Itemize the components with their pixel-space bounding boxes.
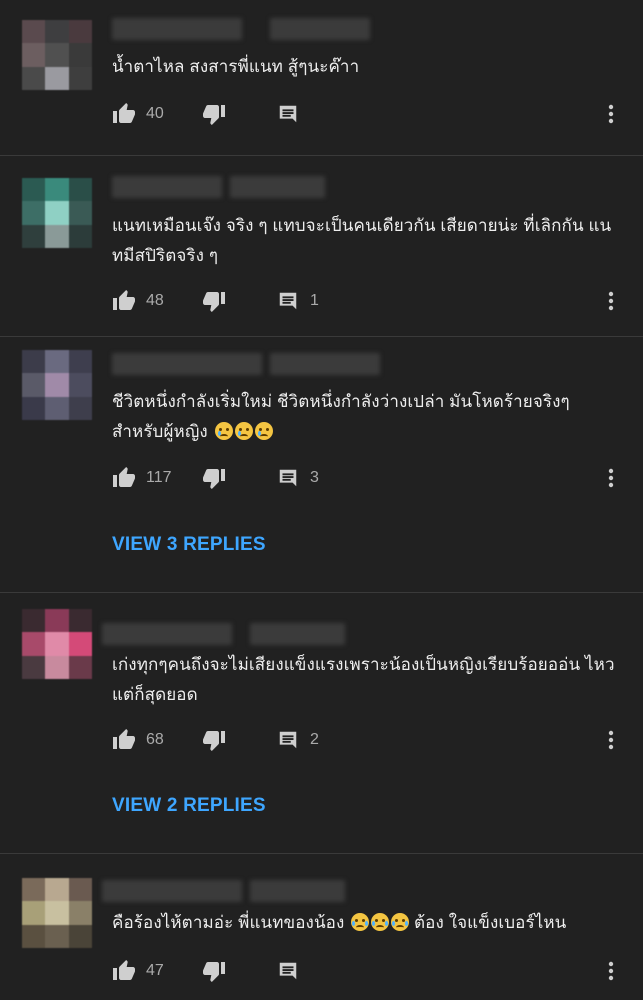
reply-icon[interactable] (276, 729, 300, 751)
thumbs-up-icon[interactable] (112, 728, 136, 752)
loudly-crying-face-icon (391, 913, 410, 931)
like-count: 47 (146, 962, 164, 979)
comment-actions: 40 (112, 99, 300, 129)
like-count: 68 (146, 731, 164, 748)
reply-icon[interactable] (276, 103, 300, 125)
comment-text: คือร้องไห้ตามอ่ะ พี่แนทของน้อง ต้อง ใจแข… (112, 908, 623, 938)
comment-actions: 48 1 (112, 286, 319, 316)
comment-text: เก่งทุกๆคนถึงจะไม่เสียงแข็งแรงเพราะน้องเ… (112, 655, 615, 704)
like-count: 40 (146, 105, 164, 122)
view-replies-button[interactable]: VIEW 2 REPLIES (112, 795, 266, 817)
comment: ชีวิตหนึ่งกำลังเริ่มใหม่ ชีวิตหนึ่งกำลัง… (0, 337, 643, 592)
crying-emoji-group (213, 422, 273, 441)
comment-actions: 117 3 (112, 463, 319, 493)
comment-text: ชีวิตหนึ่งกำลังเริ่มใหม่ ชีวิตหนึ่งกำลัง… (112, 387, 623, 447)
crying-face-icon (254, 422, 273, 440)
comment: เก่งทุกๆคนถึงจะไม่เสียงแข็งแรงเพราะน้องเ… (0, 593, 643, 853)
comment: แนทเหมือนเจ๊ง จริง ๆ แทบจะเป็นคนเดียวกัน… (0, 156, 643, 336)
thumbs-up-icon[interactable] (112, 102, 136, 126)
reply-count: 3 (310, 469, 319, 486)
author-name-blurred[interactable] (112, 176, 222, 198)
thumbs-down-icon[interactable] (202, 102, 226, 126)
avatar[interactable] (22, 878, 92, 948)
like-count: 48 (146, 292, 164, 309)
crying-emoji-group (349, 913, 414, 932)
view-replies-button[interactable]: VIEW 3 REPLIES (112, 534, 266, 556)
reply-count: 2 (310, 731, 319, 748)
reply-icon[interactable] (276, 467, 300, 489)
timestamp-blurred (230, 176, 325, 198)
author-name-blurred[interactable] (102, 880, 242, 902)
timestamp-blurred (270, 18, 370, 40)
timestamp-blurred (270, 353, 380, 375)
reply-count: 1 (310, 292, 319, 309)
thumbs-up-icon[interactable] (112, 959, 136, 983)
avatar[interactable] (22, 20, 92, 90)
more-options-icon[interactable] (599, 99, 623, 129)
loudly-crying-face-icon (351, 913, 370, 931)
thumbs-down-icon[interactable] (202, 289, 226, 313)
thumbs-up-icon[interactable] (112, 466, 136, 490)
thumbs-up-icon[interactable] (112, 289, 136, 313)
more-options-icon[interactable] (599, 725, 623, 755)
reply-icon[interactable] (276, 960, 300, 982)
comment: คือร้องไห้ตามอ่ะ พี่แนทของน้อง ต้อง ใจแข… (0, 854, 643, 1000)
comment-text-body: ชีวิตหนึ่งกำลังเริ่มใหม่ ชีวิตหนึ่งกำลัง… (112, 392, 570, 441)
more-options-icon[interactable] (599, 463, 623, 493)
avatar[interactable] (22, 350, 92, 420)
comment-actions: 68 2 (112, 725, 319, 755)
thumbs-down-icon[interactable] (202, 466, 226, 490)
author-name-blurred[interactable] (112, 353, 262, 375)
author-name-blurred[interactable] (112, 18, 242, 40)
author-name-blurred[interactable] (102, 623, 232, 645)
timestamp-blurred (250, 880, 345, 902)
thumbs-down-icon[interactable] (202, 728, 226, 752)
like-count: 117 (146, 469, 172, 486)
more-options-icon[interactable] (599, 286, 623, 316)
comment-text-body: คือร้องไห้ตามอ่ะ พี่แนทของน้อง (112, 913, 345, 932)
avatar[interactable] (22, 609, 92, 679)
timestamp-blurred (250, 623, 345, 645)
crying-face-icon (234, 422, 253, 440)
comment-text-tail: ต้อง ใจแข็งเบอร์ไหน (414, 913, 567, 932)
more-options-icon[interactable] (599, 956, 623, 986)
reply-icon[interactable] (276, 290, 300, 312)
comment-text: น้ำตาไหล สงสารพี่แนท สู้ๆนะค๊าา (112, 57, 360, 76)
crying-face-icon (214, 422, 233, 440)
comment-actions: 47 (112, 956, 300, 986)
comment: น้ำตาไหล สงสารพี่แนท สู้ๆนะค๊าา 40 (0, 0, 643, 155)
comment-text: แนทเหมือนเจ๊ง จริง ๆ แทบจะเป็นคนเดียวกัน… (112, 216, 612, 265)
avatar[interactable] (22, 178, 92, 248)
thumbs-down-icon[interactable] (202, 959, 226, 983)
loudly-crying-face-icon (371, 913, 390, 931)
